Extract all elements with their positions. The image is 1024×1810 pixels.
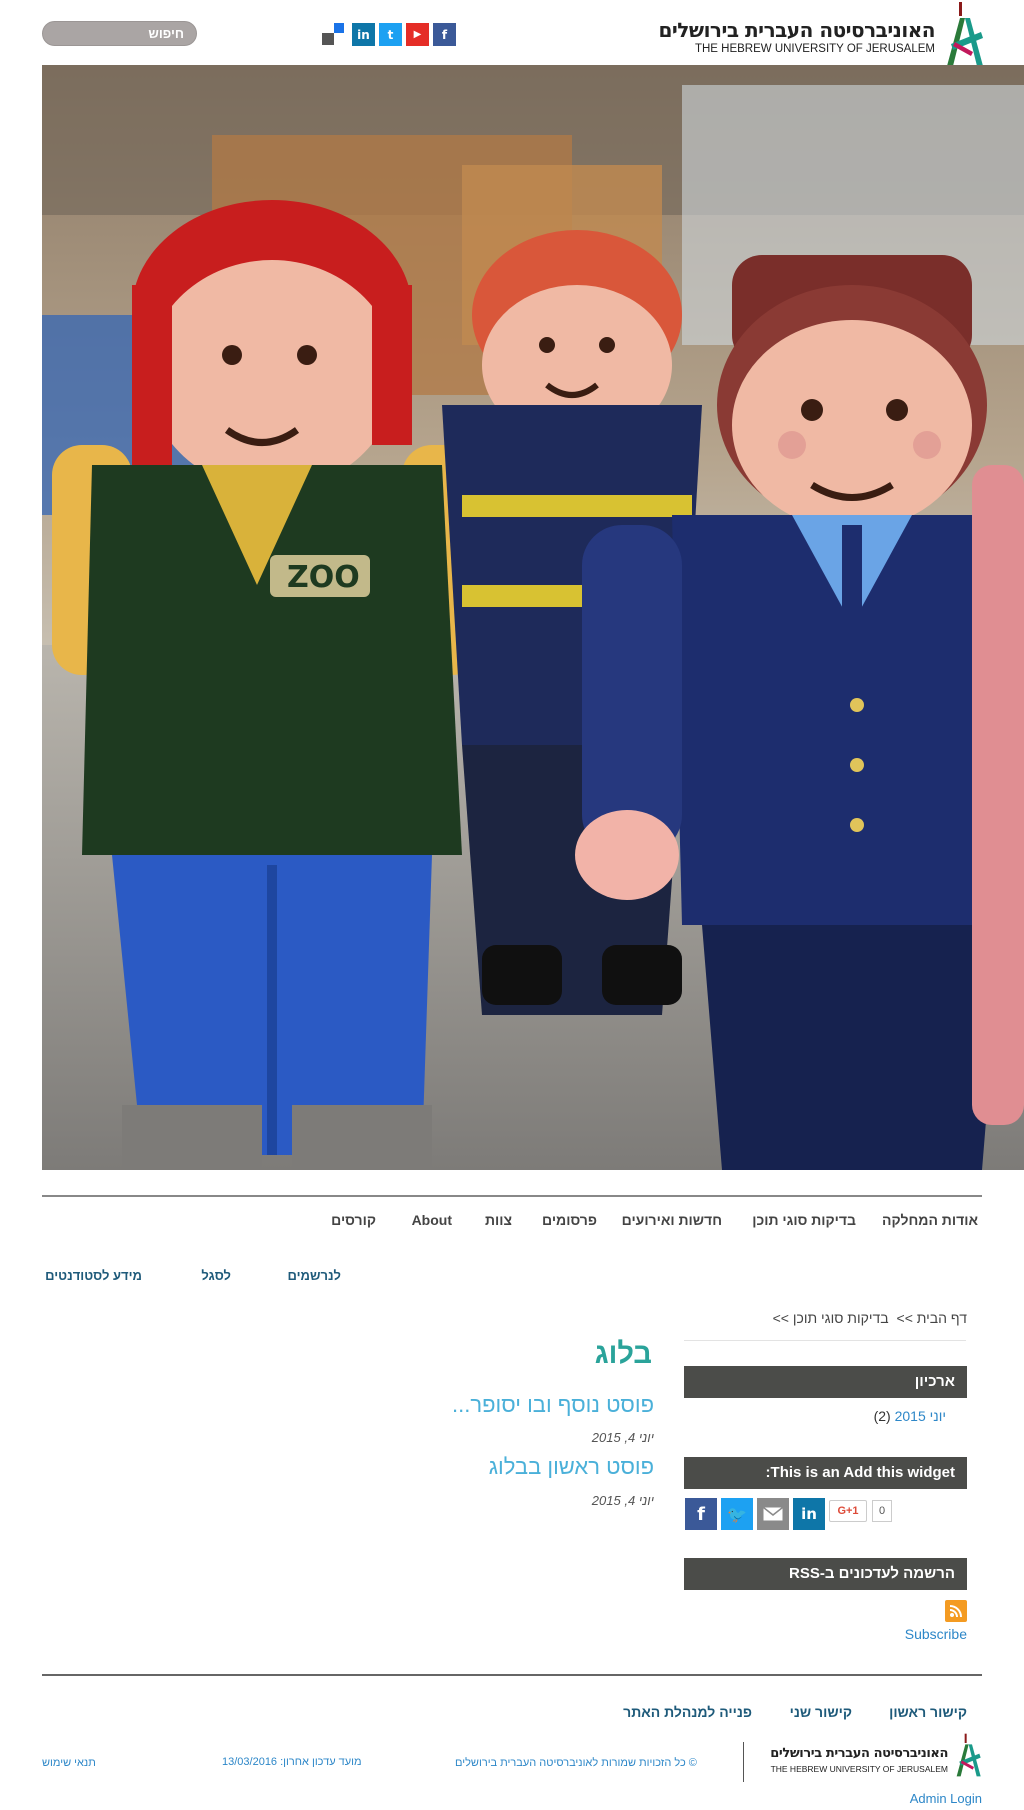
rss-widget-title: הרשמה לעדכונים ב-RSS [684,1558,967,1590]
breadcrumb-current[interactable]: בדיקות סוגי תוכן >> [773,1310,889,1326]
share-twitter-icon[interactable]: 🐦 [721,1498,753,1530]
breadcrumb: דף הבית >> בדיקות סוגי תוכן >> [769,1310,967,1326]
footer-vertical-divider [743,1742,744,1782]
twitter-icon[interactable]: t [379,23,402,46]
post-date: יוני 4, 2015 [591,1430,654,1445]
breadcrumb-divider [684,1340,966,1341]
footer-link-first[interactable]: קישור ראשון [889,1704,967,1720]
post-title-link[interactable]: פוסט נוסף ובו יסופר... [452,1392,654,1418]
share-email-icon[interactable] [757,1498,789,1530]
terms-of-use-link[interactable]: תנאי שימוש [42,1757,96,1769]
google-plus-count: 0 [872,1500,892,1522]
nav-divider [42,1195,982,1197]
footer-logo-icon [956,1733,981,1777]
university-logo[interactable]: האוניברסיטה העברית בירושלים THE HEBREW U… [658,0,985,66]
logo-english-text: THE HEBREW UNIVERSITY OF JERUSALEM [694,43,935,55]
rss-icon[interactable] [945,1600,967,1622]
archive-count: (2) [873,1408,891,1424]
nav-item-about-en[interactable]: About [412,1212,452,1228]
nav-item-courses[interactable]: קורסים [331,1212,376,1228]
copyright-text: © כל הזכויות שמורות לאוניברסיטה העברית ב… [455,1757,697,1769]
linkedin-icon[interactable]: in [352,23,375,46]
share-facebook-icon[interactable]: f [685,1498,717,1530]
footer-university-logo[interactable]: האוניברסיטה העברית בירושלים THE HEBREW U… [770,1728,982,1784]
facebook-icon[interactable]: f [433,23,456,46]
search-input[interactable]: חיפוש [42,21,197,46]
nav-item-about-department[interactable]: אודות המחלקה [882,1212,978,1228]
post-title-link[interactable]: פוסט ראשון בבלוג [489,1454,654,1480]
footer-divider [42,1674,982,1676]
addthis-icon[interactable] [322,23,346,49]
nav-sub-registrants[interactable]: לנרשמים [288,1268,341,1283]
archive-widget-title: ארכיון [684,1366,967,1398]
archive-month-link[interactable]: יוני 2015 [895,1408,946,1424]
post-date: יוני 4, 2015 [591,1493,654,1508]
nav-item-staff[interactable]: צוות [485,1212,512,1228]
youtube-icon[interactable]: ▶ [406,23,429,46]
nav-sub-faculty[interactable]: לסגל [201,1268,231,1283]
nav-item-content-tests[interactable]: בדיקות סוגי תוכן [752,1212,856,1228]
logo-hebrew-text: האוניברסיטה העברית בירושלים [658,18,935,42]
search-label: חיפוש [148,26,184,41]
admin-login-link[interactable]: Admin Login [910,1791,982,1806]
last-updated-text: מועד עדכון אחרון: 13/03/2016 [222,1756,362,1768]
svg-text:ZOO: ZOO [287,560,360,595]
nav-item-publications[interactable]: פרסומים [542,1212,597,1228]
footer-logo-hebrew: האוניברסיטה העברית בירושלים [770,1746,948,1761]
footer-link-contact-admin[interactable]: פנייה למנהלת האתר [623,1704,752,1720]
addthis-widget-title: This is an Add this widget: [684,1457,967,1489]
share-linkedin-icon[interactable]: in [793,1498,825,1530]
footer-link-second[interactable]: קישור שני [790,1704,852,1720]
archive-list-item: יוני 2015 (2) [874,1408,946,1424]
page-title: בלוג [594,1338,652,1370]
footer-logo-english: THE HEBREW UNIVERSITY OF JERUSALEM [770,1764,948,1774]
breadcrumb-home[interactable]: דף הבית >> [897,1310,967,1326]
university-logo-icon [947,2,983,66]
nav-item-news-events[interactable]: חדשות ואירועים [622,1212,722,1228]
hero-image: ZOO [42,65,1024,1170]
nav-sub-student-info[interactable]: מידע לסטודנטים [45,1268,142,1283]
rss-subscribe-link[interactable]: Subscribe [905,1626,967,1642]
google-plus-button[interactable]: G+1 [829,1500,867,1522]
